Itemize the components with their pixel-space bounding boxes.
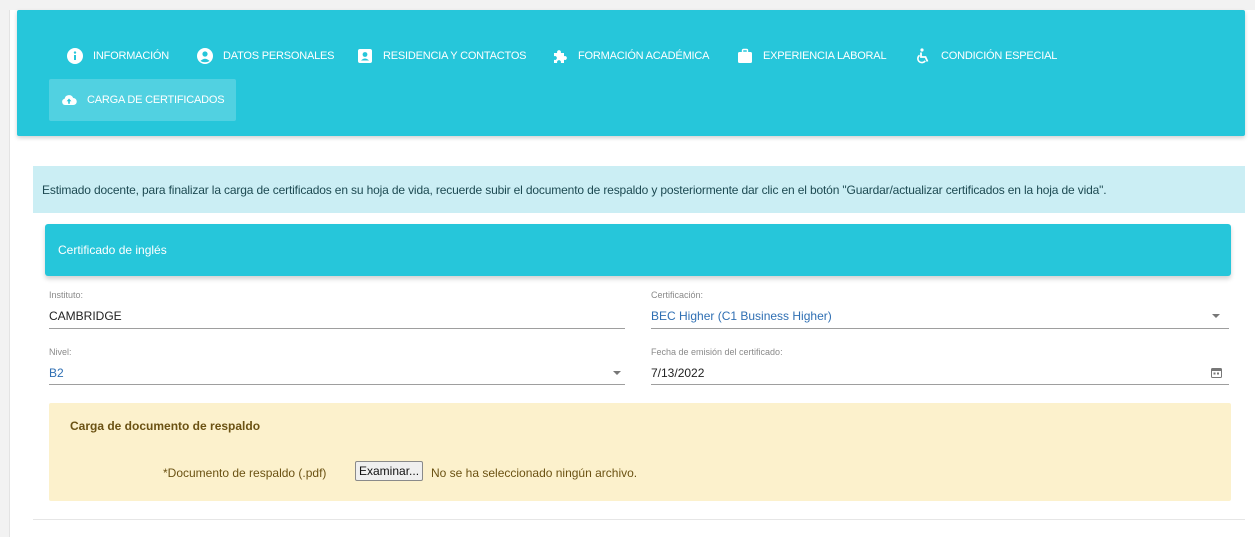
chevron-down-icon[interactable] [1212,314,1220,318]
upload-section: Carga de documento de respaldo *Document… [49,403,1231,501]
nav-item-condicion-especial[interactable]: CONDICIÓN ESPECIAL [915,35,1057,77]
cloud-upload-icon [61,92,77,108]
nav-item-residencia[interactable]: RESIDENCIA Y CONTACTOS [357,35,527,77]
alert-text: Estimado docente, para finalizar la carg… [42,182,1107,197]
nivel-select[interactable]: Nivel: B2 [49,347,625,387]
top-navigation: INFORMACIÓN DATOS PERSONALES RESIDENCIA … [17,10,1245,136]
nav-item-label: CARGA DE CERTIFICADOS [87,94,225,106]
browse-file-button[interactable]: Examinar... [355,461,424,481]
chevron-down-icon[interactable] [613,371,621,375]
nav-item-label: CONDICIÓN ESPECIAL [941,50,1058,62]
nav-item-label: FORMACIÓN ACADÉMICA [578,50,710,62]
nivel-value[interactable]: B2 [49,366,64,380]
calendar-icon[interactable] [1211,367,1222,378]
nivel-underline [49,384,625,385]
info-circle-icon [67,48,83,64]
user-circle-icon [197,48,213,64]
contact-card-icon [357,48,373,64]
fecha-underline [651,384,1229,385]
info-alert: Estimado docente, para finalizar la carg… [33,166,1245,213]
puzzle-icon [552,48,568,64]
certificacion-select[interactable]: Certificación: BEC Higher (C1 Business H… [651,290,1229,330]
fecha-label: Fecha de emisión del certificado: [651,347,783,357]
certificacion-value[interactable]: BEC Higher (C1 Business Higher) [651,309,832,323]
card-title: Certificado de inglés [58,243,167,257]
instituto-value[interactable]: CAMBRIDGE [49,309,122,323]
nav-item-label: EXPERIENCIA LABORAL [763,50,887,62]
nav-item-label: DATOS PERSONALES [223,50,335,62]
nav-item-formacion[interactable]: FORMACIÓN ACADÉMICA [552,35,709,77]
upload-title: Carga de documento de respaldo [70,419,261,433]
nav-item-carga-certificados[interactable]: CARGA DE CERTIFICADOS [49,79,237,121]
nav-item-experiencia[interactable]: EXPERIENCIA LABORAL [737,35,887,77]
instituto-field[interactable]: Instituto: CAMBRIDGE [49,290,625,330]
instituto-label: Instituto: [49,290,84,300]
file-label: *Documento de respaldo (.pdf) [163,466,327,480]
card-header: Certificado de inglés [45,224,1231,276]
instituto-underline [49,328,625,329]
fecha-value[interactable]: 7/13/2022 [651,366,704,380]
fecha-emision-field[interactable]: Fecha de emisión del certificado: 7/13/2… [651,347,1229,387]
nivel-label: Nivel: [49,347,72,357]
nav-item-label: RESIDENCIA Y CONTACTOS [383,50,527,62]
nav-item-informacion[interactable]: INFORMACIÓN [67,35,169,77]
certificacion-underline [651,328,1229,329]
briefcase-icon [737,48,753,64]
wheelchair-icon [915,48,931,64]
nav-item-label: INFORMACIÓN [93,50,170,62]
nav-item-datos-personales[interactable]: DATOS PERSONALES [197,35,335,77]
card-bottom-divider [33,519,1245,520]
no-file-text: No se ha seleccionado ningún archivo. [431,466,638,480]
certificacion-label: Certificación: [651,290,704,300]
